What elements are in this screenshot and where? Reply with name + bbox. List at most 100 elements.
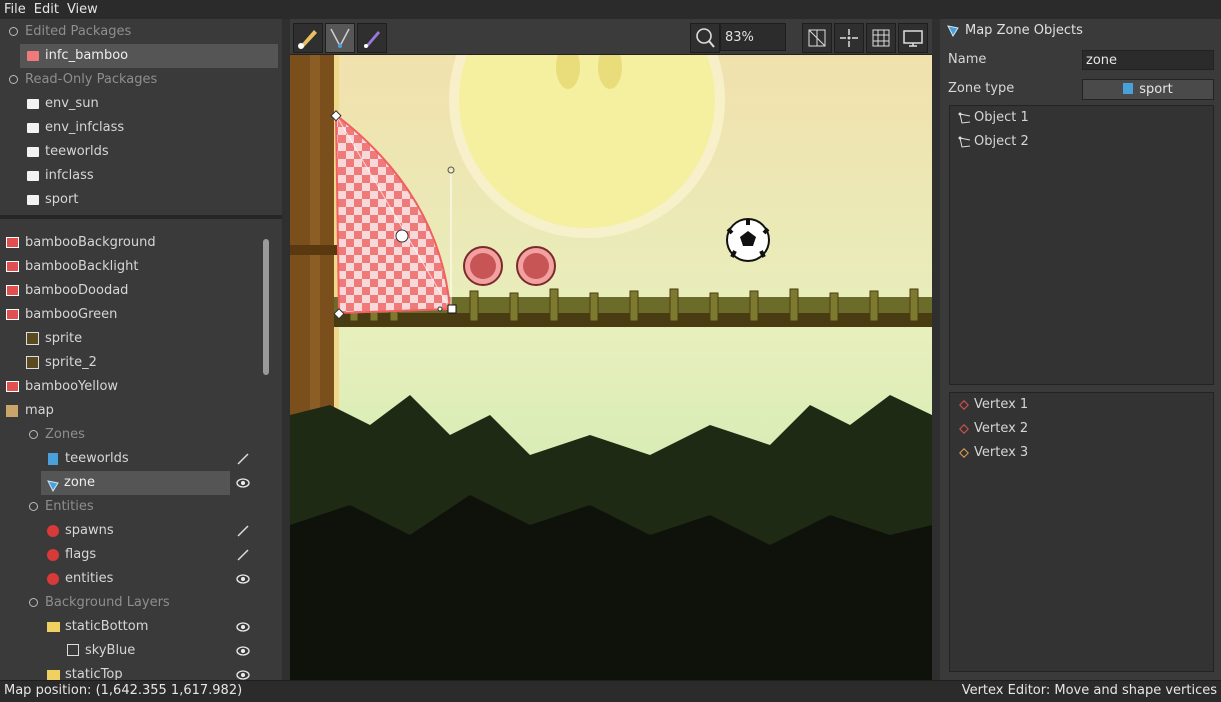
package-teeworlds[interactable]: teeworlds — [20, 140, 278, 164]
tree-item-bamboobackground[interactable]: bambooBackground — [0, 231, 260, 255]
tree-group-zones[interactable]: Zones — [0, 423, 260, 447]
zone-type-label: Zone type — [948, 81, 1015, 96]
name-input[interactable]: zone — [1082, 50, 1214, 70]
zoom-button[interactable] — [690, 23, 720, 53]
package-icon — [27, 99, 39, 109]
menu-view[interactable]: View — [63, 0, 102, 19]
sprite-icon — [26, 356, 39, 369]
zone-edit-icon — [330, 28, 350, 48]
visible-eye-icon[interactable] — [236, 477, 250, 489]
vertex-icon — [959, 424, 969, 434]
zone-type-button[interactable]: sport — [1082, 79, 1214, 100]
tree-item-bamboobacklight[interactable]: bambooBacklight — [0, 255, 260, 279]
map-position-readout: Map position: (1,642.355 1,617.982) — [4, 683, 243, 698]
tree-item-sprite-2[interactable]: sprite_2 — [0, 351, 260, 375]
tree-group-background-layers[interactable]: Background Layers — [0, 591, 260, 615]
image-icon — [6, 285, 19, 296]
tree-item-bamboogreen[interactable]: bambooGreen — [0, 303, 260, 327]
image-icon — [6, 309, 19, 320]
zoom-icon — [696, 28, 715, 48]
zone-icon — [48, 453, 58, 465]
edited-packages-header[interactable]: Edited Packages — [0, 20, 280, 44]
zone-icon — [1123, 83, 1134, 94]
map-view-button[interactable] — [802, 23, 832, 53]
package-infclass[interactable]: infclass — [20, 164, 278, 188]
visible-eye-icon[interactable] — [236, 669, 250, 680]
zone-objects-panel: Map Zone Objects Name zone Zone type spo… — [940, 19, 1221, 680]
zoom-level-field[interactable]: 83% — [720, 23, 786, 51]
map-viewport[interactable]: 83% — [290, 19, 932, 680]
tree-item-map[interactable]: map — [0, 399, 260, 423]
tree-item-zone[interactable]: zone — [41, 471, 230, 495]
map-icon — [808, 29, 826, 47]
map-render — [290, 55, 932, 680]
tree-item-statictop[interactable]: staticTop — [0, 663, 260, 680]
tree-item-spawns[interactable]: spawns — [0, 519, 260, 543]
asset-tree: bambooBackground bambooBacklight bambooD… — [0, 231, 282, 680]
vertex-editor-tool[interactable] — [293, 23, 323, 53]
brush-tool[interactable] — [357, 23, 387, 53]
brush-icon — [364, 31, 380, 48]
polygon-object-icon — [958, 112, 971, 124]
tree-item-entities[interactable]: entities — [0, 567, 260, 591]
zone-edit-tool[interactable] — [325, 23, 355, 53]
package-env-infclass[interactable]: env_infclass — [20, 116, 278, 140]
visible-eye-icon[interactable] — [236, 573, 250, 585]
screen-icon — [903, 30, 923, 47]
package-infc-bamboo[interactable]: infc_bamboo — [20, 44, 278, 68]
image-icon — [6, 237, 19, 248]
object-item-1[interactable]: Object 1 — [956, 106, 1206, 130]
vertex-icon — [959, 400, 969, 410]
tree-item-staticbottom[interactable]: staticBottom — [0, 615, 260, 639]
grid-icon — [872, 29, 890, 47]
tree-item-bambooyellow[interactable]: bambooYellow — [0, 375, 260, 399]
panel-divider[interactable] — [0, 215, 282, 219]
folder-icon — [47, 670, 60, 680]
menu-bar: File Edit View — [0, 0, 1221, 19]
package-icon — [27, 123, 39, 133]
menu-edit[interactable]: Edit — [30, 0, 63, 19]
panel-title: Map Zone Objects — [965, 23, 1083, 38]
tree-item-sprite[interactable]: sprite — [0, 327, 260, 351]
image-icon — [6, 381, 19, 392]
left-panel: Edited Packages infc_bamboo Read-Only Pa… — [0, 19, 282, 680]
status-bar: Map position: (1,642.355 1,617.982) Vert… — [0, 680, 1221, 702]
map-scene[interactable] — [290, 55, 932, 680]
tree-item-flags[interactable]: flags — [0, 543, 260, 567]
folder-icon — [47, 622, 60, 632]
packages-panel: Edited Packages infc_bamboo Read-Only Pa… — [0, 19, 280, 215]
sprite-icon — [26, 332, 39, 345]
entity-icon — [47, 549, 59, 561]
hidden-icon[interactable] — [236, 453, 250, 465]
tree-item-bamboodoodad[interactable]: bambooDoodad — [0, 279, 260, 303]
package-sport[interactable]: sport — [20, 188, 278, 212]
screen-button[interactable] — [898, 23, 928, 53]
tree-scrollbar[interactable] — [263, 239, 269, 375]
package-icon — [27, 171, 39, 181]
menu-file[interactable]: File — [0, 0, 30, 19]
tool-hint: Vertex Editor: Move and shape vertices — [961, 683, 1217, 698]
name-label: Name — [948, 52, 987, 67]
hidden-icon[interactable] — [236, 549, 250, 561]
vertex-icon — [959, 448, 969, 458]
tree-group-entities[interactable]: Entities — [0, 495, 260, 519]
tree-item-teeworlds-zone[interactable]: teeworlds — [0, 447, 260, 471]
zone-polygon-icon — [47, 477, 59, 493]
vertex-item-1[interactable]: Vertex 1 — [956, 393, 1206, 417]
hidden-icon[interactable] — [236, 525, 250, 537]
package-env-sun[interactable]: env_sun — [20, 92, 278, 116]
visible-eye-icon[interactable] — [236, 621, 250, 633]
entity-icon — [47, 573, 59, 585]
image-icon — [6, 261, 19, 272]
readonly-packages-header[interactable]: Read-Only Packages — [0, 68, 280, 92]
package-icon — [27, 195, 39, 205]
vertex-editor-icon — [298, 30, 317, 49]
vertex-item-3[interactable]: Vertex 3 — [956, 441, 1206, 465]
visible-eye-icon[interactable] — [236, 645, 250, 657]
tree-item-skyblue[interactable]: skyBlue — [0, 639, 260, 663]
crosshair-button[interactable] — [834, 23, 864, 53]
object-item-2[interactable]: Object 2 — [956, 130, 1206, 154]
crosshair-icon — [840, 29, 858, 47]
grid-button[interactable] — [866, 23, 896, 53]
vertex-item-2[interactable]: Vertex 2 — [956, 417, 1206, 441]
